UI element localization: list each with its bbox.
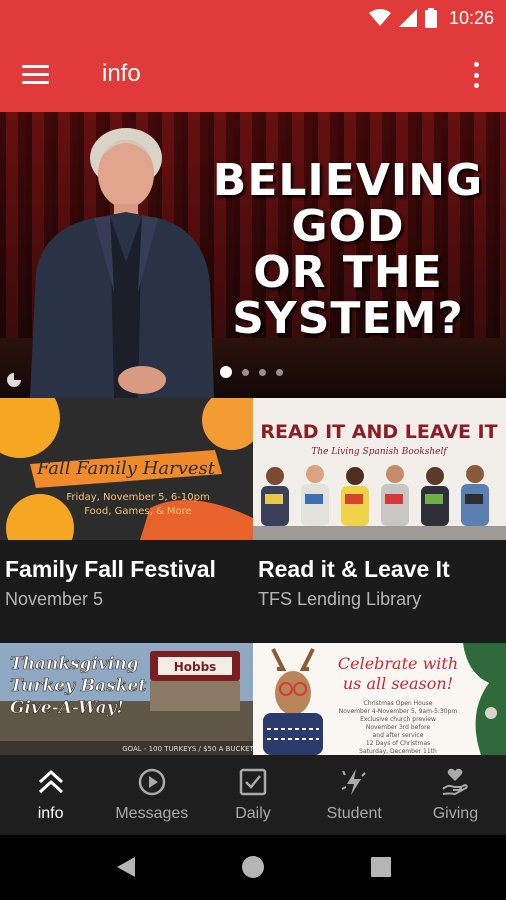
card-image-footer: GOAL - 100 TURKEYS / $50 A BUCKET — [122, 745, 253, 753]
hero-headline-line: GOD — [291, 201, 405, 252]
nav-item-student[interactable]: Student — [304, 755, 405, 835]
card-image-title: Fall Family Harvest — [36, 458, 216, 479]
nav-item-messages[interactable]: Messages — [101, 755, 202, 835]
card-image-line: November 3rd before — [366, 724, 431, 731]
card-image-title: Turkey Basket — [10, 676, 146, 696]
checkbox-icon — [239, 768, 267, 796]
nav-label: Daily — [235, 805, 271, 822]
card-image-title: READ IT AND LEAVE IT — [260, 421, 497, 443]
cell-signal-icon — [398, 9, 417, 27]
status-time: 10:26 — [448, 7, 494, 28]
hand-heart-icon — [442, 768, 469, 796]
card-image-line: Exclusive church preview — [360, 716, 436, 723]
card-image-title: Thanksgiving — [10, 654, 139, 674]
card-image-title: Celebrate with — [338, 654, 458, 673]
hero-headline-line: SYSTEM? — [232, 293, 464, 344]
card-image-christmas: Celebrate with us all season! Christmas … — [253, 643, 506, 755]
overflow-menu-icon[interactable] — [466, 60, 486, 90]
presenter-image — [30, 128, 214, 398]
card-image-line: Christmas Open House — [364, 700, 433, 707]
nav-label: info — [37, 805, 64, 822]
card-image-fall-harvest: Fall Family Harvest Friday, November 5, … — [0, 398, 253, 540]
recent-apps-icon[interactable] — [367, 853, 395, 881]
bottom-navigation: info Messages Daily Student Giving — [0, 755, 506, 835]
nav-item-daily[interactable]: Daily — [202, 755, 303, 835]
card-image-line: Saturday, December 11th — [359, 748, 437, 755]
app-title: info — [102, 60, 141, 87]
card-subtitle: TFS Lending Library — [258, 589, 422, 609]
play-circle-icon — [138, 768, 166, 796]
system-navigation-bar — [0, 835, 506, 900]
card-image-line: 12 Days of Christmas — [366, 740, 430, 747]
card-image-line: November 4-November 5, 9am-5:30pm — [339, 708, 458, 715]
card-image-thanksgiving: Hobbs Thanksgiving Turkey Basket Give-A-… — [0, 643, 253, 755]
card-celebrate-season[interactable]: Celebrate with us all season! Christmas … — [253, 643, 506, 755]
card-image-line: The Living Spanish Bookshelf — [311, 447, 448, 457]
hero-headline: BELIEVING GOD OR THE SYSTEM? — [200, 158, 496, 342]
home-icon[interactable] — [239, 853, 267, 881]
status-icons: 10:26 — [368, 6, 494, 30]
double-chevron-up-icon — [38, 770, 63, 794]
card-image-title: us all season! — [343, 674, 453, 693]
back-icon[interactable] — [112, 853, 140, 881]
card-title: Family Fall Festival — [5, 556, 216, 582]
carousel-dot[interactable] — [220, 366, 232, 378]
nav-label: Student — [326, 805, 382, 822]
status-bar: 10:26 — [0, 0, 506, 36]
card-image-line: Friday, November 5, 6-10pm — [66, 492, 209, 503]
card-read-it-leave-it[interactable]: READ IT AND LEAVE IT The Living Spanish … — [253, 398, 506, 643]
card-image-title: Give-A-Way! — [10, 698, 124, 718]
content-grid: Fall Family Harvest Friday, November 5, … — [0, 398, 506, 755]
nav-item-info[interactable]: info — [0, 755, 101, 835]
card-image-lending-library: READ IT AND LEAVE IT The Living Spanish … — [253, 398, 506, 540]
sign-text: Hobbs — [174, 660, 217, 674]
nav-label: Messages — [115, 805, 189, 822]
battery-icon — [424, 8, 437, 28]
carousel-dot[interactable] — [259, 368, 266, 376]
card-image-line: and after service — [373, 732, 424, 739]
wifi-icon — [368, 9, 391, 26]
card-subtitle: November 5 — [5, 589, 104, 609]
nav-label: Giving — [432, 805, 479, 822]
card-image-line: Food, Games, & More — [84, 506, 191, 517]
hero-banner[interactable]: BELIEVING GOD OR THE SYSTEM? — [0, 112, 506, 398]
lightning-star-icon — [341, 769, 366, 795]
hero-headline-line: BELIEVING — [212, 155, 484, 206]
hero-headline-line: OR THE — [253, 247, 443, 298]
nav-item-giving[interactable]: Giving — [405, 755, 506, 835]
church-logo-icon — [7, 373, 21, 387]
app-bar: info — [0, 36, 506, 112]
card-title: Read it & Leave It — [258, 556, 450, 582]
menu-icon[interactable] — [22, 58, 58, 90]
carousel-dot[interactable] — [242, 368, 249, 376]
carousel-dot[interactable] — [276, 368, 283, 376]
card-thanksgiving-basket[interactable]: Hobbs Thanksgiving Turkey Basket Give-A-… — [0, 643, 253, 755]
card-family-fall-festival[interactable]: Fall Family Harvest Friday, November 5, … — [0, 398, 253, 643]
carousel-indicator[interactable] — [220, 366, 283, 378]
